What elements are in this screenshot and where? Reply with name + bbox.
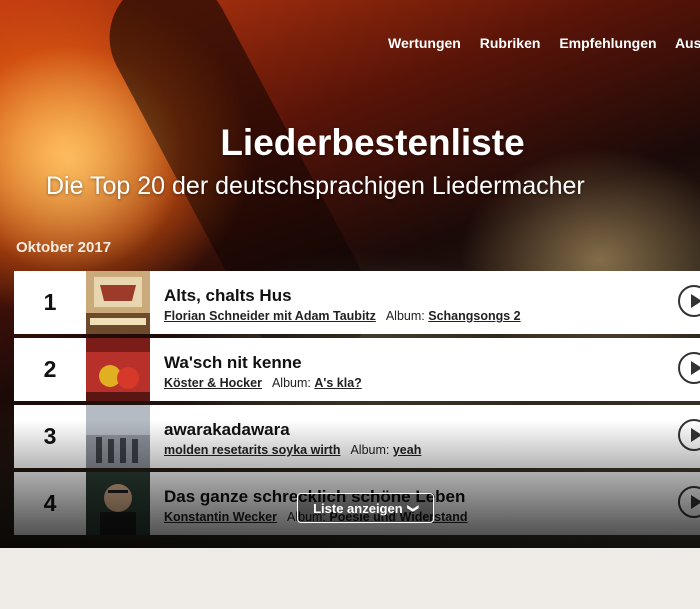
album-link[interactable]: Schangsongs 2 — [428, 309, 520, 323]
album-link[interactable]: yeah — [393, 443, 422, 457]
show-list-label: Liste anzeigen — [313, 500, 403, 516]
list-month: Oktober 2017 — [16, 239, 112, 256]
play-icon[interactable] — [678, 352, 700, 384]
album-cover — [86, 472, 150, 535]
album-cover — [86, 405, 150, 468]
song-meta: Florian Schneider mit Adam Taubitz Album:… — [164, 309, 521, 323]
nav-item-wertungen[interactable]: Wertungen — [388, 35, 461, 51]
song-title: Wa'sch nit kenne — [164, 353, 302, 372]
artist-link[interactable]: Konstantin Wecker — [164, 510, 277, 524]
rank-number: 2 — [43, 356, 57, 382]
play-icon[interactable] — [678, 285, 700, 317]
main-navigation: Wertungen Rubriken Empfehlungen Auszeich… — [388, 35, 700, 51]
list-item: 2 Wa'sch nit kenne Köster & Hocker Album:… — [14, 338, 700, 401]
play-icon[interactable] — [678, 486, 700, 518]
artist-link[interactable]: Köster & Hocker — [164, 376, 262, 390]
list-item: 3 awarakadawara molden resetarits soyka … — [14, 405, 700, 468]
album-label: Album: — [350, 443, 390, 457]
chevron-down-icon: ❯ — [406, 503, 419, 513]
page-footer-area — [0, 548, 700, 609]
play-icon[interactable] — [678, 419, 700, 451]
album-cover — [86, 338, 150, 401]
nav-item-auszeichnungen[interactable]: Auszeichnungen — [675, 35, 700, 51]
rank-number: 3 — [43, 423, 57, 449]
album-label: Album: — [385, 309, 425, 323]
rank-number: 4 — [43, 490, 57, 516]
show-list-button[interactable]: Liste anzeigen ❯ — [297, 493, 434, 523]
list-item: 1 Alts, chalts Hus Florian Schneider mit… — [14, 271, 700, 334]
album-link[interactable]: A's kla? — [314, 376, 361, 390]
nav-item-rubriken[interactable]: Rubriken — [480, 35, 541, 51]
album-label: Album: — [271, 376, 311, 390]
page-subtitle: Die Top 20 der deutschsprachigen Liederm… — [46, 172, 585, 200]
page-title: Liederbestenliste — [220, 122, 525, 163]
song-title: awarakadawara — [164, 420, 290, 439]
nav-item-empfehlungen[interactable]: Empfehlungen — [559, 35, 656, 51]
album-cover — [86, 271, 150, 334]
song-meta: molden resetarits soyka wirth Album: yeah — [164, 443, 421, 457]
hero-banner: Wertungen Rubriken Empfehlungen Auszeich… — [0, 0, 700, 548]
song-meta: Köster & Hocker Album: A's kla? — [164, 376, 362, 390]
rank-number: 1 — [43, 289, 57, 315]
artist-link[interactable]: Florian Schneider mit Adam Taubitz — [164, 309, 376, 323]
artist-link[interactable]: molden resetarits soyka wirth — [164, 443, 340, 457]
song-title: Alts, chalts Hus — [164, 286, 292, 305]
